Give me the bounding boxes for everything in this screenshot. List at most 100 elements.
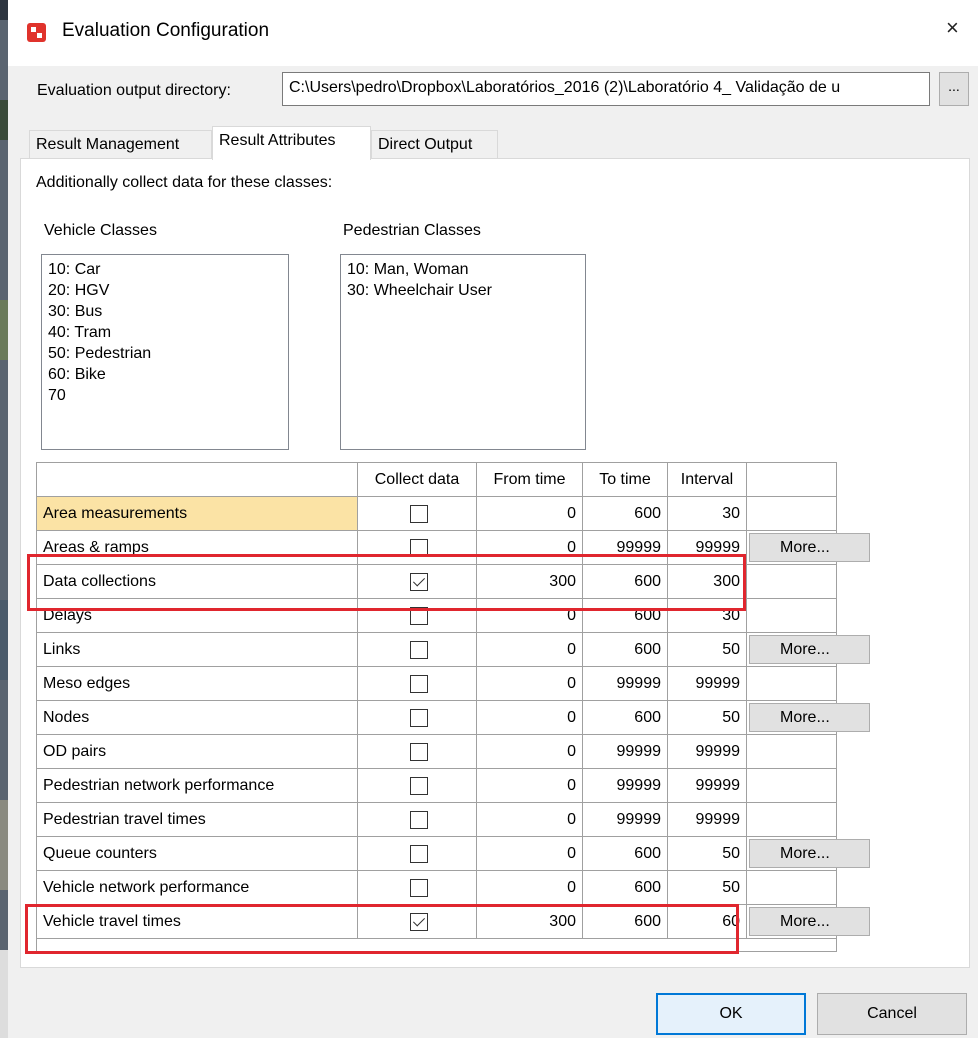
to-time-cell[interactable]: 600 (583, 871, 668, 905)
collect-data-checkbox[interactable] (410, 641, 428, 659)
more-button[interactable]: More... (749, 703, 870, 732)
row-name[interactable]: Queue counters (37, 837, 358, 871)
to-time-cell[interactable]: 600 (583, 565, 668, 599)
from-time-cell[interactable]: 0 (477, 531, 583, 565)
collect-data-checkbox[interactable] (410, 845, 428, 863)
to-time-cell[interactable]: 99999 (583, 735, 668, 769)
table-row[interactable]: Areas & ramps 0 99999 99999 More... (37, 531, 870, 565)
from-time-cell[interactable]: 0 (477, 871, 583, 905)
to-time-cell[interactable]: 600 (583, 633, 668, 667)
to-time-cell[interactable]: 600 (583, 701, 668, 735)
header-to-time[interactable]: To time (583, 463, 668, 497)
interval-cell[interactable]: 30 (668, 599, 747, 633)
interval-cell[interactable]: 50 (668, 633, 747, 667)
table-row[interactable]: Area measurements 0 600 30 (37, 497, 836, 531)
to-time-cell[interactable]: 600 (583, 599, 668, 633)
row-name[interactable]: Pedestrian network performance (37, 769, 358, 803)
list-item[interactable]: 10: Car (48, 259, 282, 280)
row-name[interactable]: Pedestrian travel times (37, 803, 358, 837)
table-row[interactable]: Meso edges 0 99999 99999 (37, 667, 836, 701)
row-name[interactable]: Links (37, 633, 358, 667)
table-row[interactable]: Vehicle travel times 300 600 60 More... (37, 905, 870, 939)
from-time-cell[interactable]: 0 (477, 735, 583, 769)
table-row[interactable]: Links 0 600 50 More... (37, 633, 870, 667)
row-name[interactable]: Meso edges (37, 667, 358, 701)
list-item[interactable]: 50: Pedestrian (48, 343, 282, 364)
from-time-cell[interactable]: 0 (477, 599, 583, 633)
collect-data-checkbox[interactable] (410, 539, 428, 557)
row-name[interactable]: Areas & ramps (37, 531, 358, 565)
interval-cell[interactable]: 30 (668, 497, 747, 531)
table-row[interactable]: Data collections 300 600 300 (37, 565, 836, 599)
table-row[interactable]: Pedestrian network performance 0 99999 9999… (37, 769, 836, 803)
collect-data-checkbox[interactable] (410, 879, 428, 897)
from-time-cell[interactable]: 300 (477, 565, 583, 599)
to-time-cell[interactable]: 600 (583, 837, 668, 871)
row-name[interactable]: Data collections (37, 565, 358, 599)
from-time-cell[interactable]: 0 (477, 497, 583, 531)
more-button[interactable]: More... (749, 907, 870, 936)
collect-data-checkbox[interactable] (410, 913, 428, 931)
from-time-cell[interactable]: 0 (477, 803, 583, 837)
table-row[interactable]: Nodes 0 600 50 More... (37, 701, 870, 735)
from-time-cell[interactable]: 0 (477, 633, 583, 667)
more-button[interactable]: More... (749, 635, 870, 664)
list-item[interactable]: 70 (48, 385, 282, 406)
to-time-cell[interactable]: 99999 (583, 803, 668, 837)
interval-cell[interactable]: 50 (668, 871, 747, 905)
tab-direct-output[interactable]: Direct Output (371, 130, 498, 158)
row-name[interactable]: Delays (37, 599, 358, 633)
row-name[interactable]: Nodes (37, 701, 358, 735)
ok-button[interactable]: OK (656, 993, 806, 1035)
interval-cell[interactable]: 99999 (668, 531, 747, 565)
collect-data-checkbox[interactable] (410, 777, 428, 795)
from-time-cell[interactable]: 0 (477, 667, 583, 701)
interval-cell[interactable]: 99999 (668, 803, 747, 837)
table-row[interactable]: Pedestrian travel times 0 99999 99999 (37, 803, 836, 837)
interval-cell[interactable]: 50 (668, 837, 747, 871)
to-time-cell[interactable]: 99999 (583, 531, 668, 565)
header-collect-data[interactable]: Collect data (358, 463, 477, 497)
collect-data-checkbox[interactable] (410, 573, 428, 591)
interval-cell[interactable]: 99999 (668, 735, 747, 769)
to-time-cell[interactable]: 600 (583, 905, 668, 939)
tab-result-management[interactable]: Result Management (29, 130, 212, 158)
row-name[interactable]: Vehicle travel times (37, 905, 358, 939)
output-directory-field[interactable]: C:\Users\pedro\Dropbox\Laboratórios_2016… (282, 72, 930, 106)
table-row[interactable]: Delays 0 600 30 (37, 599, 836, 633)
header-from-time[interactable]: From time (477, 463, 583, 497)
to-time-cell[interactable]: 600 (583, 497, 668, 531)
interval-cell[interactable]: 60 (668, 905, 747, 939)
from-time-cell[interactable]: 0 (477, 701, 583, 735)
list-item[interactable]: 30: Bus (48, 301, 282, 322)
interval-cell[interactable]: 99999 (668, 769, 747, 803)
interval-cell[interactable]: 50 (668, 701, 747, 735)
row-name[interactable]: Area measurements (37, 497, 358, 531)
collect-data-checkbox[interactable] (410, 675, 428, 693)
table-row[interactable]: Vehicle network performance 0 600 50 (37, 871, 836, 905)
list-item[interactable]: 20: HGV (48, 280, 282, 301)
to-time-cell[interactable]: 99999 (583, 769, 668, 803)
list-item[interactable]: 40: Tram (48, 322, 282, 343)
interval-cell[interactable]: 300 (668, 565, 747, 599)
more-button[interactable]: More... (749, 839, 870, 868)
header-interval[interactable]: Interval (668, 463, 747, 497)
interval-cell[interactable]: 99999 (668, 667, 747, 701)
tab-result-attributes[interactable]: Result Attributes (212, 126, 371, 160)
close-icon[interactable]: × (946, 16, 959, 40)
table-row[interactable]: OD pairs 0 99999 99999 (37, 735, 836, 769)
to-time-cell[interactable]: 99999 (583, 667, 668, 701)
row-name[interactable]: Vehicle network performance (37, 871, 358, 905)
from-time-cell[interactable]: 0 (477, 769, 583, 803)
list-item[interactable]: 30: Wheelchair User (347, 280, 579, 301)
row-name[interactable]: OD pairs (37, 735, 358, 769)
from-time-cell[interactable]: 0 (477, 837, 583, 871)
vehicle-classes-list[interactable]: 10: Car 20: HGV 30: Bus 40: Tram 50: Ped… (41, 254, 289, 450)
pedestrian-classes-list[interactable]: 10: Man, Woman 30: Wheelchair User (340, 254, 586, 450)
cancel-button[interactable]: Cancel (817, 993, 967, 1035)
collect-data-checkbox[interactable] (410, 505, 428, 523)
collect-data-checkbox[interactable] (410, 811, 428, 829)
more-button[interactable]: More... (749, 533, 870, 562)
collect-data-checkbox[interactable] (410, 709, 428, 727)
browse-button[interactable]: ... (939, 72, 969, 106)
